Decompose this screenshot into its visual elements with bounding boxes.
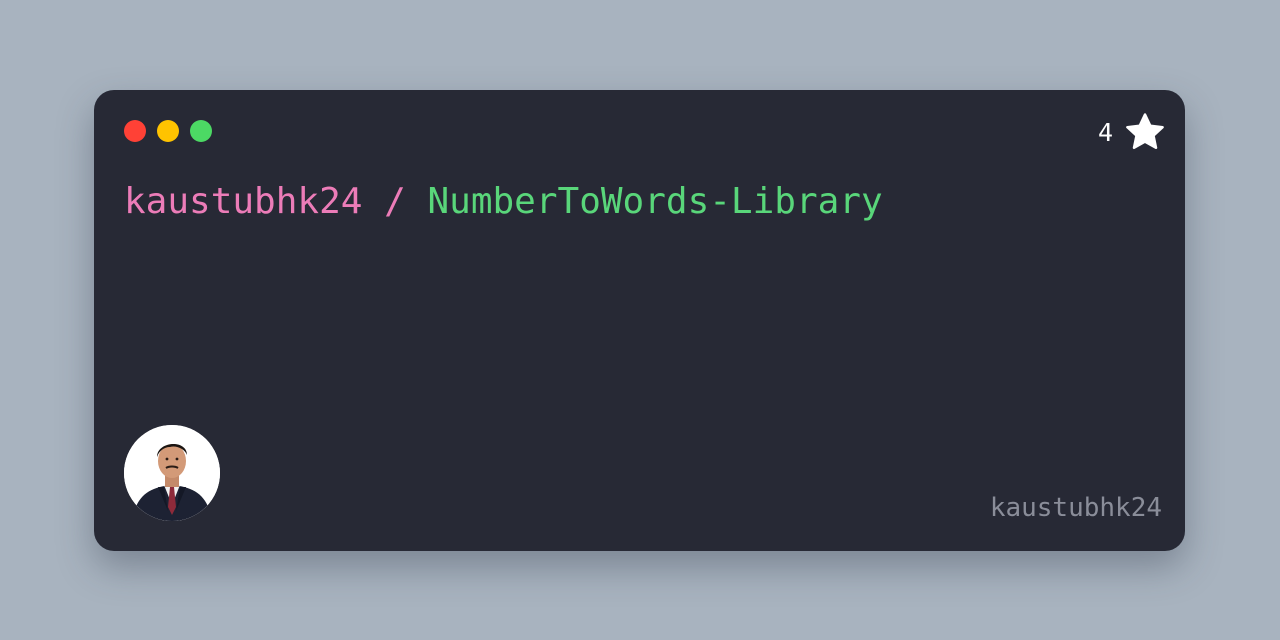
owner-username[interactable]: kaustubhk24 — [990, 490, 1162, 526]
repo-name[interactable]: NumberToWords-Library — [427, 181, 882, 222]
repo-separator: / — [384, 181, 406, 222]
close-dot-icon[interactable] — [124, 120, 146, 142]
user-avatar[interactable] — [124, 425, 220, 521]
repo-owner[interactable]: kaustubhk24 — [124, 181, 362, 222]
star-counter[interactable]: 4 — [1098, 112, 1165, 152]
maximize-dot-icon[interactable] — [190, 120, 212, 142]
star-icon — [1126, 113, 1164, 150]
repo-card: 4 kaustubhk24 / NumberToWords-Library ka… — [94, 90, 1185, 551]
window-controls — [124, 120, 212, 142]
repo-title[interactable]: kaustubhk24 / NumberToWords-Library — [124, 178, 883, 226]
avatar-portrait-icon — [124, 425, 220, 521]
star-count: 4 — [1097, 117, 1113, 147]
minimize-dot-icon[interactable] — [157, 120, 179, 142]
